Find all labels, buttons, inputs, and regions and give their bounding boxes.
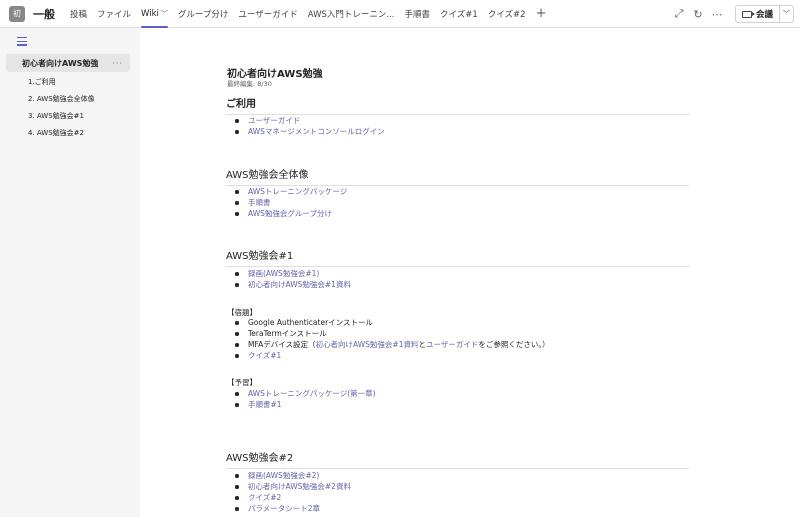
homework-text: MFAデバイス設定（ bbox=[248, 340, 316, 349]
tab-user-guide[interactable]: ユーザーガイド bbox=[233, 0, 302, 28]
tab-quiz-2[interactable]: クイズ#2 bbox=[483, 0, 531, 28]
tab-wiki-label: Wiki bbox=[141, 8, 159, 19]
sidebar-item-session-1[interactable]: 3. AWS勉強会#1 bbox=[28, 111, 84, 121]
meeting-button-group: 会議 ﹀ bbox=[734, 5, 794, 23]
homework-item-mfa: MFAデバイス設定（初心者向けAWS勉強会#1資料とユーザーガイドをご参照くださ… bbox=[233, 339, 550, 350]
meeting-dropdown-button[interactable]: ﹀ bbox=[779, 6, 793, 22]
section-heading-overview: AWS勉強会全体像 bbox=[226, 166, 689, 186]
header-actions: ⤢ ↻ ⋯ 会議 ﹀ bbox=[670, 0, 800, 28]
homework-item: Google Authenticaterインストール bbox=[233, 317, 550, 328]
last-edited: 最終編集: 8/30 bbox=[227, 80, 272, 88]
link-manual[interactable]: 手順書 bbox=[233, 197, 347, 208]
link-material-2[interactable]: 初心者向けAWS勉強会#2資料 bbox=[233, 481, 351, 492]
link-material-1-inline[interactable]: 初心者向けAWS勉強会#1資料 bbox=[316, 340, 419, 349]
section-heading-usage: ご利用 bbox=[226, 95, 689, 115]
section-heading-session-2: AWS勉強会#2 bbox=[226, 449, 689, 469]
expand-icon[interactable]: ⤢ bbox=[670, 7, 688, 21]
wiki-content: 初心者向けAWS勉強 最終編集: 8/30 ご利用 ユーザーガイド AWSマネー… bbox=[140, 28, 800, 517]
chevron-down-icon: ﹀ bbox=[160, 9, 168, 18]
tab-posts[interactable]: 投稿 bbox=[65, 0, 92, 28]
link-user-guide-inline[interactable]: ユーザーガイド bbox=[426, 340, 478, 349]
tab-wiki[interactable]: Wiki ﹀ bbox=[136, 0, 173, 28]
link-quiz-1[interactable]: クイズ#1 bbox=[233, 350, 550, 361]
meeting-label: 会議 bbox=[755, 10, 773, 20]
homework-item: TeraTermインストール bbox=[233, 328, 550, 339]
camera-icon bbox=[741, 10, 755, 18]
link-console-login[interactable]: AWSマネージメントコンソールログイン bbox=[233, 126, 385, 137]
link-material-1[interactable]: 初心者向けAWS勉強会#1資料 bbox=[233, 279, 351, 290]
refresh-icon[interactable]: ↻ bbox=[689, 8, 707, 21]
link-quiz-2[interactable]: クイズ#2 bbox=[233, 492, 351, 503]
channel-name: 一般 bbox=[33, 7, 55, 21]
homework-text: と bbox=[418, 340, 426, 349]
prep-label: 【予習】 bbox=[227, 378, 257, 387]
chevron-down-icon: ﹀ bbox=[783, 10, 790, 18]
top-bar: 初 一般 投稿 ファイル Wiki ﹀ グループ分け ユーザーガイド AWS入門ト… bbox=[0, 0, 800, 28]
session-1-list: 録画(AWS勉強会#1) 初心者向けAWS勉強会#1資料 bbox=[233, 268, 351, 290]
sidebar-item-overview[interactable]: 2. AWS勉強会全体像 bbox=[28, 94, 95, 104]
section-heading-session-1: AWS勉強会#1 bbox=[226, 247, 689, 267]
tab-quiz-1[interactable]: クイズ#1 bbox=[435, 0, 483, 28]
sidebar-item-label: 初心者向けAWS勉強 bbox=[22, 58, 99, 68]
tab-files[interactable]: ファイル bbox=[92, 0, 136, 28]
hamburger-menu-icon[interactable] bbox=[17, 37, 27, 48]
homework-text: をご参照ください。） bbox=[478, 340, 550, 349]
sidebar-item-usage[interactable]: 1.ご利用 bbox=[28, 77, 56, 87]
meeting-button[interactable]: 会議 bbox=[736, 6, 779, 22]
link-user-guide[interactable]: ユーザーガイド bbox=[233, 115, 385, 126]
sidebar-item-session-2[interactable]: 4. AWS勉強会#2 bbox=[28, 128, 84, 138]
link-parameter-sheet[interactable]: パラメータシート2章 bbox=[233, 503, 351, 514]
link-recording-2[interactable]: 録画(AWS勉強会#2) bbox=[233, 470, 351, 481]
usage-list: ユーザーガイド AWSマネージメントコンソールログイン bbox=[233, 115, 385, 137]
link-group-split[interactable]: AWS勉強会グループ分け bbox=[233, 208, 347, 219]
team-avatar[interactable]: 初 bbox=[9, 5, 25, 22]
session-2-list: 録画(AWS勉強会#2) 初心者向けAWS勉強会#2資料 クイズ#2 パラメータ… bbox=[233, 470, 351, 514]
homework-list: Google Authenticaterインストール TeraTermインストー… bbox=[233, 317, 550, 361]
link-recording-1[interactable]: 録画(AWS勉強会#1) bbox=[233, 268, 351, 279]
link-training-package[interactable]: AWSトレーニングパッケージ bbox=[233, 186, 347, 197]
prep-list: AWSトレーニングパッケージ(第一章) 手順書#1 bbox=[233, 388, 376, 410]
sidebar-item-page[interactable]: 初心者向けAWS勉強 ··· bbox=[6, 54, 130, 72]
link-training-chapter-1[interactable]: AWSトレーニングパッケージ(第一章) bbox=[233, 388, 376, 399]
add-tab-button[interactable]: + bbox=[531, 0, 552, 28]
tab-aws-training[interactable]: AWS入門トレーニン... bbox=[303, 0, 400, 28]
tab-group-split[interactable]: グループ分け bbox=[173, 0, 234, 28]
link-manual-1[interactable]: 手順書#1 bbox=[233, 399, 376, 410]
more-icon[interactable]: ⋯ bbox=[708, 8, 726, 21]
wiki-sidebar: 初心者向けAWS勉強 ··· 1.ご利用 2. AWS勉強会全体像 3. AWS… bbox=[0, 28, 140, 517]
tab-strip: 投稿 ファイル Wiki ﹀ グループ分け ユーザーガイド AWS入門トレーニン.… bbox=[65, 0, 552, 28]
tab-manual[interactable]: 手順書 bbox=[400, 0, 436, 28]
overview-list: AWSトレーニングパッケージ 手順書 AWS勉強会グループ分け bbox=[233, 186, 347, 219]
more-options-icon[interactable]: ··· bbox=[112, 59, 123, 68]
